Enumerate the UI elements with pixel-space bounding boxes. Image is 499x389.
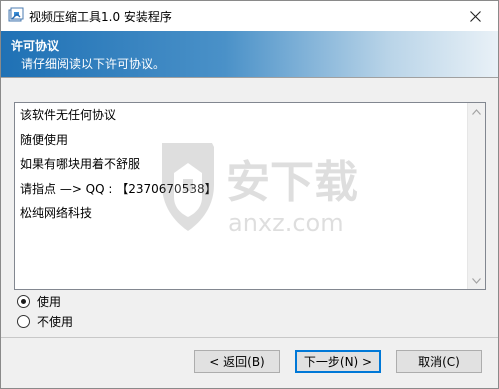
svg-text:安下载: 安下载 bbox=[226, 157, 358, 208]
next-button[interactable]: 下一步(N) > bbox=[295, 350, 381, 373]
scroll-up-button[interactable] bbox=[468, 103, 485, 120]
accept-option[interactable]: 使用 bbox=[17, 293, 61, 309]
decline-radio[interactable] bbox=[17, 314, 30, 328]
chevron-down-icon bbox=[472, 277, 481, 284]
chevron-up-icon bbox=[472, 108, 481, 115]
vertical-scrollbar[interactable] bbox=[467, 103, 485, 289]
close-button[interactable] bbox=[452, 1, 498, 31]
watermark-subtext: anxz.com bbox=[228, 209, 344, 237]
header-divider bbox=[1, 77, 498, 78]
watermark-text: 安下载 bbox=[226, 157, 358, 208]
license-textbox[interactable]: 该软件无任何协议 随便使用 如果有哪块用着不舒服 请指点 —> QQ : 【23… bbox=[14, 102, 486, 290]
page-subtitle: 请仔细阅读以下许可协议。 bbox=[21, 57, 166, 71]
decline-option[interactable]: 不使用 bbox=[17, 313, 73, 329]
page-title: 许可协议 bbox=[11, 39, 60, 53]
back-button[interactable]: < 返回(B) bbox=[194, 350, 280, 373]
footer-divider bbox=[1, 337, 498, 338]
title-bar[interactable]: 视频压缩工具1.0 安装程序 bbox=[1, 1, 498, 31]
svg-text:anxz.com: anxz.com bbox=[228, 209, 344, 237]
decline-label: 不使用 bbox=[37, 314, 74, 329]
accept-label: 使用 bbox=[37, 294, 62, 309]
cancel-button[interactable]: 取消(C) bbox=[396, 350, 482, 373]
page-header: 许可协议 请仔细阅读以下许可协议。 bbox=[1, 31, 498, 77]
installer-icon bbox=[8, 7, 24, 22]
close-icon bbox=[469, 10, 481, 22]
scroll-down-button[interactable] bbox=[468, 272, 485, 289]
license-line: 该软件无任何协议 bbox=[20, 108, 117, 122]
accept-radio[interactable] bbox=[17, 294, 30, 308]
installer-window: 视频压缩工具1.0 安装程序 许可协议 请仔细阅读以下许可协议。 该软件无任何协… bbox=[0, 0, 499, 389]
window-title: 视频压缩工具1.0 安装程序 bbox=[29, 10, 172, 24]
watermark-logo: 安下载 anxz.com bbox=[162, 143, 358, 237]
